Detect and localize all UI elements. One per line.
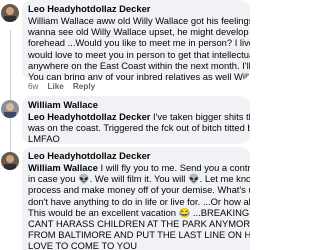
comment-time[interactable]: 6w bbox=[28, 82, 38, 91]
avatar[interactable] bbox=[1, 4, 19, 22]
comment-text-line: wanna see old Willy Wallace upset, he mi… bbox=[28, 26, 250, 38]
comment-text-line: Leo Headyhotdollaz Decker I've taken big… bbox=[28, 111, 250, 122]
comment-text-segment: I will fly you to me. Send you a contrac… bbox=[100, 162, 251, 173]
comment-text-line: was on the coast. Triggered the fck out … bbox=[28, 122, 250, 134]
comment-text: William Wallace I will fly you to me. Se… bbox=[28, 162, 250, 250]
reply-button[interactable]: Reply bbox=[73, 82, 95, 91]
thread-connector-line bbox=[10, 30, 11, 160]
comment-text-line: This would be an excellent vacation 😂 ..… bbox=[28, 206, 250, 218]
mention-link[interactable]: William Wallace bbox=[28, 162, 98, 173]
comment-bubble: Leo Headyhotdollaz Decker William Wallac… bbox=[22, 0, 250, 80]
comment-text-line: You can bring any of your inbred relativ… bbox=[28, 71, 250, 80]
comment-text-line: process and make money off of your demis… bbox=[28, 184, 250, 196]
mention-link[interactable]: Leo Headyhotdollaz Decker bbox=[28, 111, 150, 122]
comment-text-line: William Wallace aww old Willy Wallace go… bbox=[28, 15, 250, 26]
comment-text-line: would love to meet you in person to get … bbox=[28, 48, 250, 60]
comment-text-line: forehead ...Would you like to meet me in… bbox=[28, 37, 250, 49]
comment-bubble: William Wallace Leo Headyhotdollaz Decke… bbox=[22, 96, 250, 144]
comment-text-line: in case you 👽. We will film it. You will… bbox=[28, 173, 250, 185]
comment-author[interactable]: Leo Headyhotdollaz Decker bbox=[28, 150, 244, 162]
comment-text: William Wallace aww old Willy Wallace go… bbox=[28, 15, 250, 80]
comment-text-line: don't have anything to do in life or liv… bbox=[28, 195, 250, 207]
comment-text-line: anywhere on the East Coast within the ne… bbox=[28, 59, 250, 71]
comment-actions: 6w Like Reply bbox=[28, 82, 95, 91]
like-button[interactable]: Like bbox=[47, 82, 63, 91]
comment-text: Leo Headyhotdollaz Decker I've taken big… bbox=[28, 111, 250, 144]
avatar[interactable] bbox=[1, 152, 19, 170]
comment-text-line: LOVE TO COME TO YOU bbox=[28, 240, 138, 250]
avatar[interactable] bbox=[1, 100, 19, 118]
comment-bubble: Leo Headyhotdollaz Decker William Wallac… bbox=[22, 147, 250, 250]
comment-text-line: LMFAO bbox=[28, 133, 60, 144]
comment-text-line: William Wallace I will fly you to me. Se… bbox=[28, 162, 250, 173]
comment-text-line: CANT HARASS CHILDREN AT THE PARK ANYMORE… bbox=[28, 218, 250, 230]
comment-text-segment: I've taken bigger shits than you. lmfao.… bbox=[153, 111, 250, 122]
comment-author[interactable]: William Wallace bbox=[28, 99, 244, 111]
comment-author[interactable]: Leo Headyhotdollaz Decker bbox=[28, 3, 244, 15]
comment-text-line: FROM BALTIMORE AND PUT THE LAST LINE ON … bbox=[28, 229, 250, 241]
